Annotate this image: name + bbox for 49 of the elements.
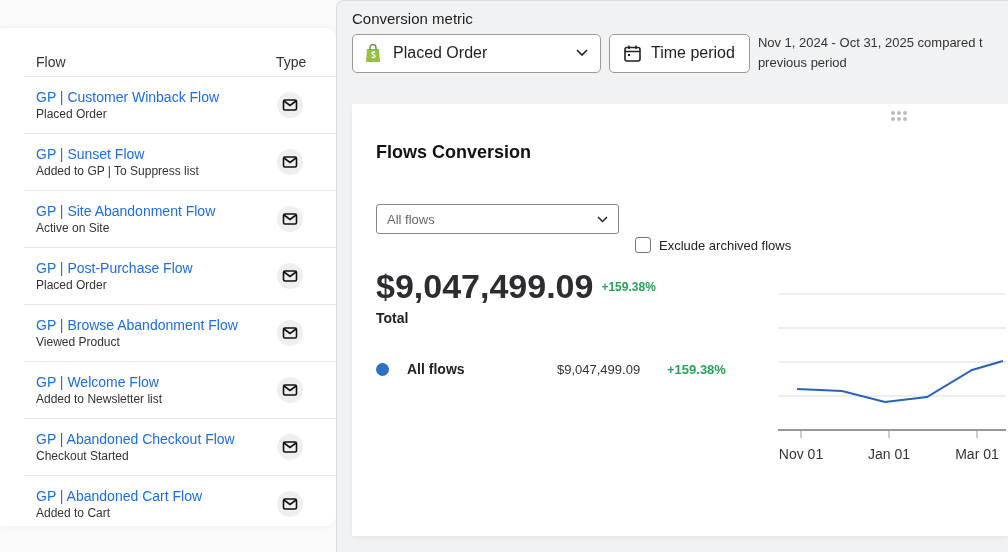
- column-header: Type: [276, 54, 308, 70]
- envelope-icon: [277, 149, 303, 175]
- axis-label: Nov 01: [777, 446, 825, 462]
- series-name: All flows: [407, 361, 466, 377]
- flow-link[interactable]: GP | Sunset Flow: [36, 145, 276, 163]
- calendar-icon: [624, 44, 641, 62]
- flow-link[interactable]: GP | Abandoned Checkout Flow: [36, 430, 276, 448]
- envelope-icon: [277, 320, 303, 346]
- flow-trigger: Active on Site: [36, 220, 111, 236]
- flow-trigger: Viewed Product: [36, 334, 121, 350]
- envelope-icon: [277, 491, 303, 517]
- envelope-icon: [277, 434, 303, 460]
- flow-trigger: Added to Newsletter list: [36, 391, 164, 407]
- flow-link[interactable]: GP | Customer Winback Flow: [36, 88, 276, 106]
- change-percent: +159.38%: [601, 279, 656, 294]
- comparison-text: previous period: [757, 54, 848, 72]
- flow-link[interactable]: GP | Post-Purchase Flow: [36, 259, 276, 277]
- flow-select[interactable]: All flows: [376, 204, 619, 234]
- change-percent: +159.38%: [667, 361, 726, 377]
- chevron-down-icon: [576, 49, 588, 57]
- envelope-icon: [277, 263, 303, 289]
- drag-handle-icon[interactable]: [890, 110, 908, 122]
- series-value: $9,047,499.09: [557, 361, 642, 377]
- column-header: Flow: [35, 54, 67, 70]
- flow-trigger: Placed Order: [36, 106, 108, 122]
- checkbox[interactable]: [635, 237, 651, 253]
- total-value: $9,047,499.09: [376, 267, 594, 306]
- chevron-down-icon: [597, 215, 608, 223]
- metric-dropdown[interactable]: Placed Order: [352, 33, 601, 73]
- flow-link[interactable]: GP | Welcome Flow: [36, 373, 276, 391]
- envelope-icon: [277, 377, 303, 403]
- flow-trigger: Added to Cart: [36, 505, 112, 521]
- flow-link[interactable]: GP | Site Abandonment Flow: [36, 202, 276, 220]
- checkbox-label: Exclude archived flows: [659, 237, 792, 253]
- time-period-button[interactable]: Time period: [609, 33, 750, 73]
- envelope-icon: [277, 206, 303, 232]
- date-range-text: Nov 1, 2024 - Oct 31, 2025 compared t: [757, 34, 983, 52]
- flow-trigger: Checkout Started: [36, 448, 130, 464]
- flow-trigger: Placed Order: [36, 277, 108, 293]
- flow-link[interactable]: GP | Browse Abandonment Flow: [36, 316, 276, 334]
- envelope-icon: [277, 92, 303, 118]
- flow-trigger: Added to GP | To Suppress list: [36, 163, 200, 179]
- card-title: Flows Conversion: [376, 142, 533, 163]
- shopping-bag-icon: [365, 43, 381, 63]
- axis-label: Mar 01: [954, 446, 1000, 462]
- total-label: Total: [376, 310, 410, 326]
- metric-label: Conversion metric: [352, 10, 474, 27]
- flow-link[interactable]: GP | Abandoned Cart Flow: [36, 487, 276, 505]
- axis-label: Jan 01: [866, 446, 911, 462]
